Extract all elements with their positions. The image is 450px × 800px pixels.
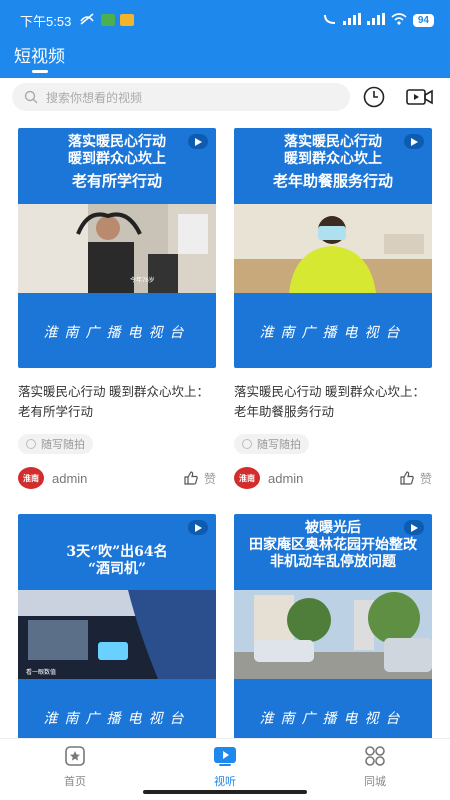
tag-label: 随写随拍 bbox=[257, 439, 301, 451]
home-indicator[interactable] bbox=[143, 790, 307, 794]
wifi-icon bbox=[391, 12, 407, 28]
thumbnail-photo: 看一眼数值 bbox=[18, 590, 216, 679]
headline-line: 老有所学行动 bbox=[71, 172, 162, 190]
video-title[interactable]: 落实暖民心行动 暖到群众心坎上：老年助餐服务行动 bbox=[234, 382, 432, 422]
top-header: 下午5:53 94 短视频 bbox=[0, 0, 450, 78]
like-button[interactable]: 赞 bbox=[184, 470, 216, 487]
star-home-icon bbox=[35, 743, 115, 769]
thumbnail-headline: 3天“吹”出64名 “酒司机” bbox=[18, 544, 216, 578]
thumbnail-headline: 被曝光后 田家庵区奥林花园开始整改 非机动车乱停放问题 bbox=[234, 520, 432, 571]
search-row: 搜索你想看的视频 bbox=[0, 82, 450, 112]
status-time: 下午5:53 bbox=[20, 13, 72, 29]
video-thumbnail[interactable]: 3天“吹”出64名 “酒司机” 看一眼数值 淮南广播电视台 bbox=[18, 514, 216, 738]
search-icon bbox=[24, 90, 38, 104]
headline-line: 3天“吹”出64名 bbox=[66, 544, 168, 560]
video-thumbnail[interactable]: 落实暖民心行动 暖到群众心坎上 老年助餐服务行动 淮南广播电视台 bbox=[234, 128, 432, 368]
headline-line: 田家庵区奥林花园开始整改 bbox=[249, 537, 417, 553]
photo-watermark: 今年76岁 bbox=[130, 276, 155, 284]
video-thumbnail[interactable]: 落实暖民心行动 暖到群众心坎上 老有所学行动 今年76岁 淮南广播电视台 bbox=[18, 128, 216, 368]
headline-line: 落实暖民心行动 bbox=[284, 134, 382, 150]
bottom-tab-bar: 首页 视听 同城 bbox=[0, 738, 450, 800]
video-feed: 落实暖民心行动 暖到群众心坎上 老有所学行动 今年76岁 淮南广播电视台 落实暖… bbox=[0, 128, 450, 738]
headline-line: 非机动车乱停放问题 bbox=[270, 554, 396, 570]
headline-line: “酒司机” bbox=[87, 561, 147, 577]
video-badge-icon bbox=[404, 134, 424, 149]
tab-label: 同城 bbox=[364, 776, 386, 788]
avatar[interactable]: 淮南 bbox=[18, 467, 44, 489]
video-card[interactable]: 落实暖民心行动 暖到群众心坎上 老有所学行动 今年76岁 淮南广播电视台 落实暖… bbox=[18, 128, 216, 490]
thumbs-up-icon bbox=[184, 471, 198, 485]
like-label: 赞 bbox=[203, 471, 216, 486]
tab-local[interactable]: 同城 bbox=[335, 743, 415, 789]
photo-watermark: 看一眼数值 bbox=[26, 668, 56, 676]
thumbnail-headline: 落实暖民心行动 暖到群众心坎上 老年助餐服务行动 bbox=[234, 134, 432, 190]
card-meta: 淮南 admin 赞 bbox=[234, 466, 432, 490]
status-bar: 下午5:53 94 bbox=[20, 10, 434, 30]
like-label: 赞 bbox=[419, 471, 432, 486]
video-card[interactable]: 被曝光后 田家庵区奥林花园开始整改 非机动车乱停放问题 淮南广播电视台 bbox=[234, 514, 432, 738]
tag-label: 随写随拍 bbox=[41, 439, 85, 451]
page-title: 短视频 bbox=[14, 47, 65, 66]
hd-call-icon bbox=[323, 13, 337, 28]
thumbnail-footer: 淮南广播电视台 bbox=[43, 325, 191, 341]
like-button[interactable]: 赞 bbox=[400, 470, 432, 487]
mute-icon bbox=[79, 12, 95, 28]
history-clock-icon[interactable] bbox=[362, 85, 386, 109]
video-camera-icon[interactable] bbox=[406, 86, 434, 108]
category-tag[interactable]: 随写随拍 bbox=[18, 434, 93, 454]
thumbnail-photo bbox=[234, 204, 432, 293]
headline-line: 落实暖民心行动 bbox=[68, 134, 166, 150]
tab-home[interactable]: 首页 bbox=[35, 743, 115, 789]
search-input[interactable]: 搜索你想看的视频 bbox=[12, 83, 350, 111]
signal-icon bbox=[342, 12, 361, 28]
author-name: admin bbox=[52, 470, 88, 486]
signal-icon-2 bbox=[366, 12, 385, 28]
download-notification-icon bbox=[101, 14, 116, 26]
tag-icon bbox=[242, 439, 252, 449]
tab-video[interactable]: 视听 bbox=[185, 743, 265, 789]
thumbnail-photo bbox=[234, 590, 432, 679]
tab-label: 首页 bbox=[64, 776, 86, 788]
title-underline bbox=[32, 70, 48, 73]
video-badge-icon bbox=[404, 520, 424, 535]
video-badge-icon bbox=[188, 134, 208, 149]
video-title[interactable]: 落实暖民心行动 暖到群众心坎上：老有所学行动 bbox=[18, 382, 216, 422]
thumbnail-footer: 淮南广播电视台 bbox=[259, 325, 407, 341]
tab-label: 视听 bbox=[214, 776, 236, 788]
play-tv-icon bbox=[185, 743, 265, 769]
video-card[interactable]: 落实暖民心行动 暖到群众心坎上 老年助餐服务行动 淮南广播电视台 落实暖民心行动… bbox=[234, 128, 432, 490]
video-card[interactable]: 3天“吹”出64名 “酒司机” 看一眼数值 淮南广播电视台 bbox=[18, 514, 216, 738]
thumbnail-footer: 淮南广播电视台 bbox=[43, 711, 191, 727]
thumbnail-headline: 落实暖民心行动 暖到群众心坎上 老有所学行动 bbox=[18, 134, 216, 190]
thumbnail-photo: 今年76岁 bbox=[18, 204, 216, 293]
video-thumbnail[interactable]: 被曝光后 田家庵区奥林花园开始整改 非机动车乱停放问题 淮南广播电视台 bbox=[234, 514, 432, 738]
author-name: admin bbox=[268, 470, 304, 486]
thumbnail-footer: 淮南广播电视台 bbox=[259, 711, 407, 727]
battery-indicator: 94 bbox=[412, 13, 434, 27]
headline-line: 暖到群众心坎上 bbox=[68, 151, 166, 167]
headline-line: 老年助餐服务行动 bbox=[272, 172, 393, 190]
headline-line: 暖到群众心坎上 bbox=[284, 151, 382, 167]
grid-apps-icon bbox=[335, 743, 415, 769]
video-badge-icon bbox=[188, 520, 208, 535]
category-tag[interactable]: 随写随拍 bbox=[234, 434, 309, 454]
card-meta: 淮南 admin 赞 bbox=[18, 466, 216, 490]
tag-icon bbox=[26, 439, 36, 449]
message-notification-icon bbox=[120, 14, 135, 26]
headline-line: 被曝光后 bbox=[305, 520, 361, 536]
search-placeholder: 搜索你想看的视频 bbox=[46, 90, 143, 105]
thumbs-up-icon bbox=[400, 471, 414, 485]
avatar[interactable]: 淮南 bbox=[234, 467, 260, 489]
